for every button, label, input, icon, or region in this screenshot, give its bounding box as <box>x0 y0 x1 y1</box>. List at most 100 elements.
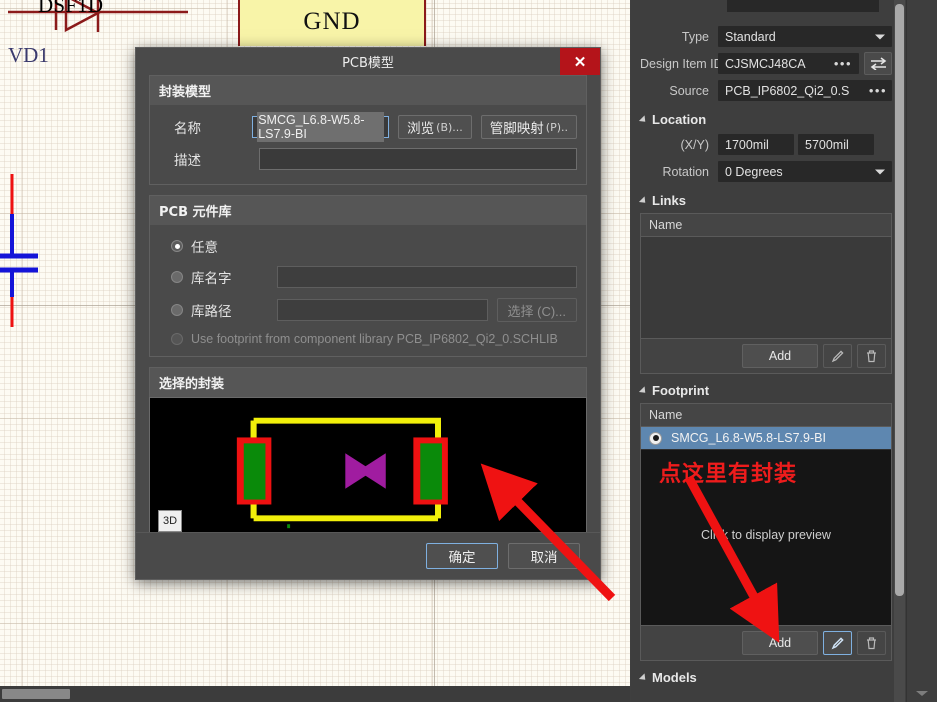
cancel-button[interactable]: 取消 <box>508 543 580 569</box>
lib-name-option-row[interactable]: 库名字 <box>159 266 577 288</box>
scrollbar-thumb[interactable] <box>895 4 904 596</box>
links-column-header: Name <box>641 214 891 237</box>
radio-use-footprint-icon <box>171 333 183 345</box>
collapse-triangle-icon <box>638 114 649 125</box>
gnd-net-box[interactable]: GND <box>238 0 426 46</box>
links-section-header[interactable]: Links <box>638 193 892 208</box>
footprint-toolbar: Add <box>641 625 891 660</box>
panel-side-column <box>906 0 937 702</box>
diode-designator: VD1 <box>8 43 49 67</box>
footprint-add-button[interactable]: Add <box>742 631 818 655</box>
description-label: 描述 <box>174 153 201 169</box>
source-dropdown[interactable]: PCB_IP6802_Qi2_0.S ••• <box>718 80 892 101</box>
footprint-row-label: SMCG_L6.8-W5.8-LS7.9-BI <box>671 431 826 445</box>
design-item-id-field[interactable]: CJSMCJ48CA ••• <box>718 53 859 74</box>
pin-map-mnemonic: (P).. <box>545 120 568 134</box>
properties-vertical-scrollbar[interactable] <box>894 0 905 702</box>
models-title: Models <box>652 670 697 685</box>
chevron-down-icon <box>875 34 885 39</box>
xy-row: (X/Y) 1700mil 5700mil <box>640 132 892 157</box>
ellipsis-icon[interactable]: ••• <box>828 56 852 71</box>
lib-name-input[interactable] <box>277 266 577 288</box>
any-label: 任意 <box>191 240 218 256</box>
dialog-title-bar[interactable]: PCB模型 ✕ <box>136 48 600 75</box>
footprint-preview-canvas[interactable]: 3D <box>149 397 587 541</box>
use-footprint-option-row: Use footprint from component library PCB… <box>159 332 577 346</box>
schematic-horizontal-scrollbar[interactable] <box>0 686 630 702</box>
type-dropdown[interactable]: Standard <box>718 26 892 47</box>
choose-button[interactable]: 选择 (C)... <box>496 298 577 322</box>
xy-label: (X/Y) <box>680 137 709 152</box>
links-list-body[interactable] <box>641 237 891 338</box>
x-coordinate-field[interactable]: 1700mil <box>718 134 794 155</box>
source-row: Source PCB_IP6802_Qi2_0.S ••• <box>640 78 892 103</box>
scrollbar-thumb[interactable] <box>2 689 70 699</box>
radio-lib-path-icon[interactable] <box>171 304 183 316</box>
browse-button[interactable]: 浏览 (B)... <box>398 115 472 139</box>
footprint-section-header[interactable]: Footprint <box>638 383 892 398</box>
any-option-row[interactable]: 任意 <box>159 236 577 256</box>
chevron-down-icon <box>875 169 885 174</box>
trash-icon[interactable] <box>857 631 886 655</box>
location-title: Location <box>652 112 707 127</box>
3d-toggle-button[interactable]: 3D <box>158 510 182 532</box>
description-input[interactable] <box>259 148 577 170</box>
links-add-button[interactable]: Add <box>742 344 818 368</box>
pin-map-label: 管脚映射 <box>489 121 544 137</box>
models-section-header[interactable]: Models <box>638 670 892 685</box>
rotation-row: Rotation 0 Degrees <box>640 159 892 184</box>
type-label: Type <box>681 29 709 44</box>
dialog-body: 封装模型 名称 SMCG_L6.8-W5.8-LS7.9-BI 浏览 (B)..… <box>136 75 600 576</box>
footprint-name-input[interactable]: SMCG_L6.8-W5.8-LS7.9-BI <box>252 112 390 142</box>
name-row: 名称 SMCG_L6.8-W5.8-LS7.9-BI 浏览 (B)... 管脚映… <box>159 112 577 142</box>
pin-map-button[interactable]: 管脚映射 (P).. <box>480 115 577 139</box>
type-row: Type Standard <box>640 24 892 49</box>
radio-lib-name-icon[interactable] <box>171 271 183 283</box>
pencil-icon[interactable] <box>823 344 852 368</box>
footprint-preview-placeholder: Click to display preview <box>701 528 831 542</box>
comment-field[interactable] <box>727 0 879 12</box>
swap-icon[interactable] <box>864 52 892 75</box>
footprint-annotation-text: 点这里有封装 <box>659 462 798 487</box>
footprint-list: Name SMCG_L6.8-W5.8-LS7.9-BI 点这里有封装 Clic… <box>640 403 892 661</box>
dialog-title: PCB模型 <box>342 56 394 71</box>
footprint-model-group-title: 封装模型 <box>149 75 587 105</box>
pcb-library-group-title: PCB 元件库 <box>149 195 587 225</box>
footprint-name-value: SMCG_L6.8-W5.8-LS7.9-BI <box>257 112 385 142</box>
pcb-model-dialog[interactable]: PCB模型 ✕ 封装模型 名称 SMCG_L6.8-W5.8-LS7.9-BI … <box>135 47 601 580</box>
voltage-label: 100V <box>138 0 161 2</box>
capacitor-symbol[interactable] <box>0 172 48 357</box>
name-label: 名称 <box>174 121 201 137</box>
location-section-header[interactable]: Location <box>638 112 892 127</box>
ellipsis-icon[interactable]: ••• <box>863 83 887 98</box>
pencil-icon[interactable] <box>823 631 852 655</box>
lib-path-input[interactable] <box>277 299 488 321</box>
radio-any-icon[interactable] <box>171 240 183 252</box>
rotation-label: Rotation <box>662 164 709 179</box>
lib-path-option-row[interactable]: 库路径 选择 (C)... <box>159 298 577 322</box>
description-row: 描述 <box>159 148 577 170</box>
source-value: PCB_IP6802_Qi2_0.S <box>725 83 850 98</box>
chevron-down-icon[interactable] <box>916 691 928 696</box>
links-toolbar: Add <box>641 338 891 373</box>
close-icon[interactable]: ✕ <box>560 48 600 75</box>
gnd-label: GND <box>303 8 361 35</box>
collapse-triangle-icon <box>638 672 649 683</box>
collapse-triangle-icon <box>638 385 649 396</box>
rotation-dropdown[interactable]: 0 Degrees <box>718 161 892 182</box>
properties-panel: Type Standard Design Item ID CJSMCJ48CA … <box>631 0 937 702</box>
design-item-id-value: CJSMCJ48CA <box>725 56 806 71</box>
footprint-selected-row[interactable]: SMCG_L6.8-W5.8-LS7.9-BI <box>641 427 891 450</box>
y-coordinate-field[interactable]: 5700mil <box>798 134 874 155</box>
use-footprint-label: Use footprint from component library PCB… <box>191 332 558 346</box>
radio-selected-icon[interactable] <box>649 431 662 445</box>
trash-icon[interactable] <box>857 344 886 368</box>
selected-footprint-group-title: 选择的封装 <box>149 367 587 397</box>
browse-label: 浏览 <box>407 121 435 137</box>
ok-button[interactable]: 确定 <box>426 543 498 569</box>
footprint-column-header: Name <box>641 404 891 427</box>
app-root: DSF1D VD1 100V GND Type <box>0 0 937 702</box>
lib-name-label: 库名字 <box>191 271 232 287</box>
design-item-id-label: Design Item ID <box>640 56 723 71</box>
footprint-preview-area[interactable]: 点这里有封装 Click to display preview <box>641 450 891 625</box>
